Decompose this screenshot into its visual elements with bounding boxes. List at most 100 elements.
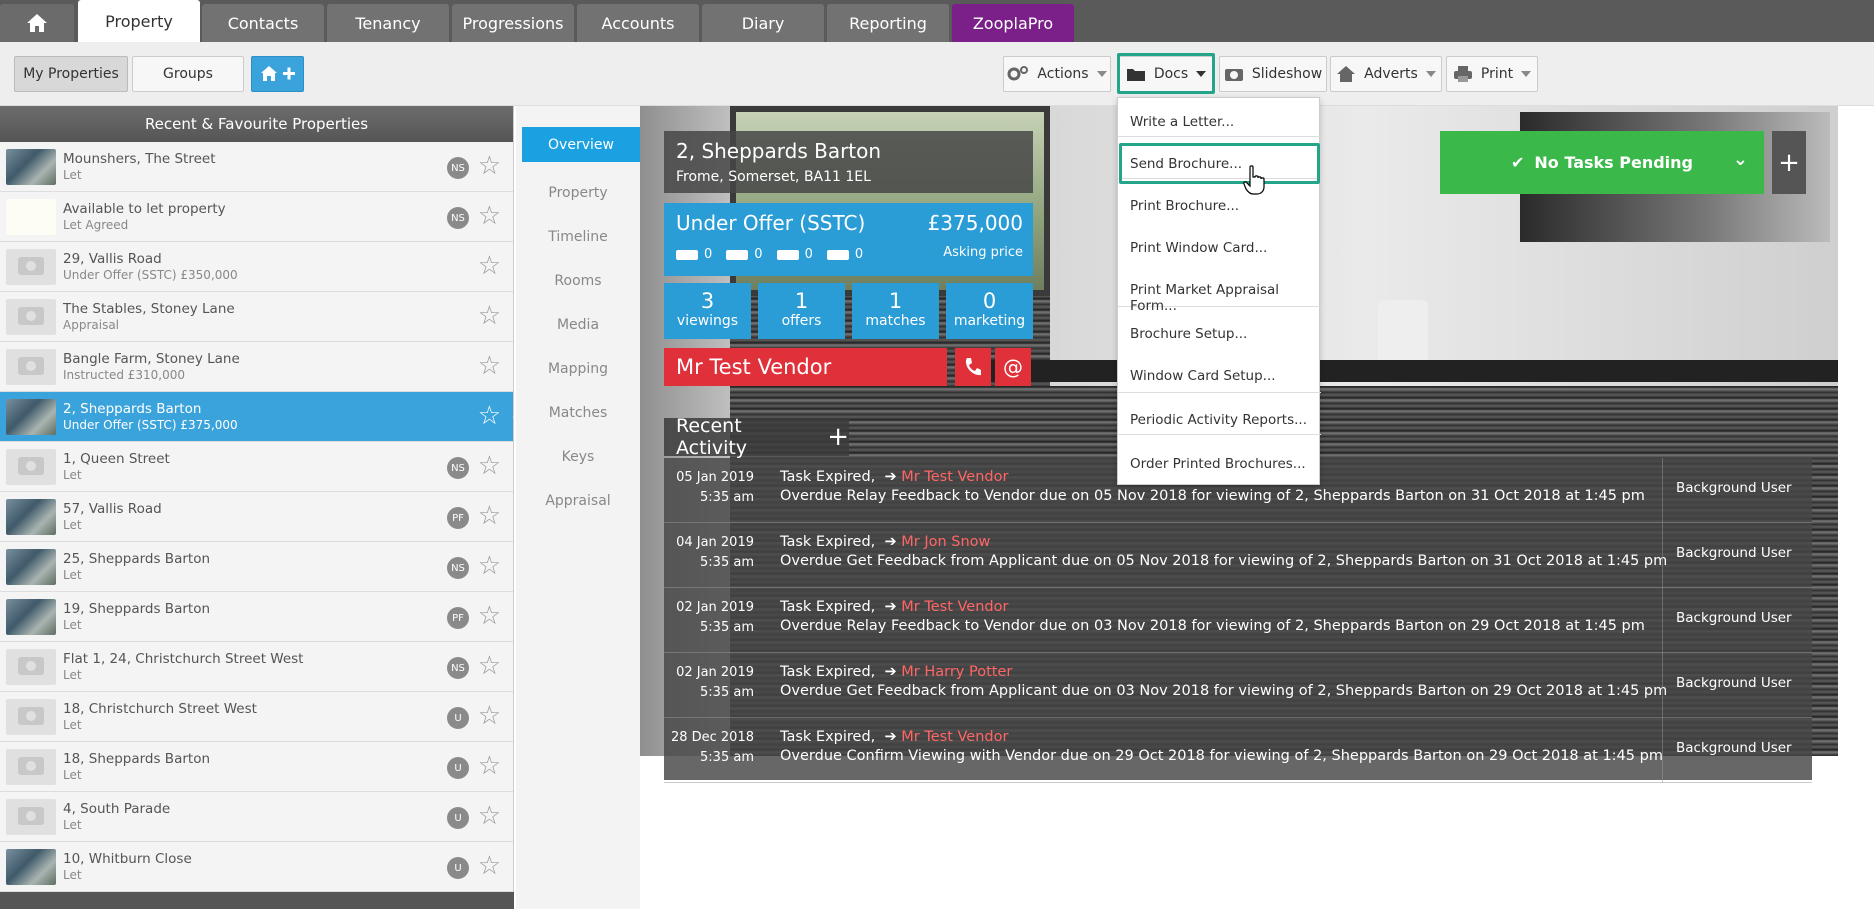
nav-mapping[interactable]: Mapping xyxy=(516,347,640,391)
tasks-button[interactable]: ✔ No Tasks Pending ⌄ xyxy=(1440,131,1764,194)
favourite-star-icon[interactable]: ☆ xyxy=(478,702,501,730)
nav-matches[interactable]: Matches xyxy=(516,391,640,435)
docs-label: Docs xyxy=(1153,66,1189,82)
vendor-name[interactable]: Mr Test Vendor xyxy=(664,348,947,386)
negotiator-badge: NS xyxy=(447,557,469,579)
nav-property[interactable]: Property xyxy=(516,171,640,215)
favourite-star-icon[interactable]: ☆ xyxy=(478,352,501,380)
property-list-item[interactable]: Available to let property Let Agreed NS ☆ xyxy=(0,192,513,242)
tab-accounts[interactable]: Accounts xyxy=(577,4,699,42)
nav-overview[interactable]: Overview xyxy=(522,127,650,162)
adverts-label: Adverts xyxy=(1364,66,1418,82)
property-list-item[interactable]: 4, South Parade Let U ☆ xyxy=(0,792,513,842)
docs-menu-item[interactable]: Window Card Setup... xyxy=(1130,368,1276,384)
favourite-star-icon[interactable]: ☆ xyxy=(478,152,501,180)
tab-progressions[interactable]: Progressions xyxy=(452,4,574,42)
email-vendor-button[interactable]: @ xyxy=(995,348,1031,386)
tab-diary[interactable]: Diary xyxy=(702,4,824,42)
at-icon: @ xyxy=(1003,355,1023,379)
tab-property[interactable]: Property xyxy=(78,0,200,42)
camera-placeholder-icon xyxy=(6,249,56,285)
tab-reporting[interactable]: Reporting xyxy=(827,4,949,42)
activity-row[interactable]: 28 Dec 2018 5:35 am Task Expired, ➔ Mr Tes… xyxy=(664,718,1812,783)
activity-contact-link[interactable]: Mr Jon Snow xyxy=(901,534,990,550)
property-list-item[interactable]: 18, Christchurch Street West Let U ☆ xyxy=(0,692,513,742)
favourite-star-icon[interactable]: ☆ xyxy=(478,202,501,230)
property-list-item[interactable]: Mounshers, The Street Let NS ☆ xyxy=(0,142,513,192)
favourite-star-icon[interactable]: ☆ xyxy=(478,852,501,880)
tab-contacts[interactable]: Contacts xyxy=(202,4,324,42)
stat-viewings[interactable]: 3 viewings xyxy=(664,283,751,339)
favourite-star-icon[interactable]: ☆ xyxy=(478,552,501,580)
call-vendor-button[interactable] xyxy=(955,348,991,386)
favourite-star-icon[interactable]: ☆ xyxy=(478,402,501,430)
add-task-button[interactable]: + xyxy=(1772,131,1806,194)
favourite-star-icon[interactable]: ☆ xyxy=(478,652,501,680)
activity-contact-link[interactable]: Mr Harry Potter xyxy=(901,664,1012,680)
property-list-item[interactable]: 1, Queen Street Let NS ☆ xyxy=(0,442,513,492)
property-price: £375,000 xyxy=(927,211,1023,235)
activity-kind: Task Expired, xyxy=(780,534,876,550)
property-list-item[interactable]: Flat 1, 24, Christchurch Street West Let N… xyxy=(0,642,513,692)
activity-row[interactable]: 04 Jan 2019 5:35 am Task Expired, ➔ Mr Jon… xyxy=(664,523,1812,588)
property-thumbnail xyxy=(6,149,56,185)
negotiator-badge: NS xyxy=(447,657,469,679)
nav-appraisal[interactable]: Appraisal xyxy=(516,479,640,523)
my-properties-button[interactable]: My Properties xyxy=(14,56,128,92)
groups-button[interactable]: Groups xyxy=(132,56,244,92)
stat-marketing[interactable]: 0 marketing xyxy=(946,283,1033,339)
camera-placeholder-icon xyxy=(6,699,56,735)
add-property-button[interactable] xyxy=(251,56,304,92)
docs-menu-item[interactable]: Brochure Setup... xyxy=(1130,326,1247,342)
docs-menu-item[interactable]: Periodic Activity Reports... xyxy=(1130,412,1307,428)
activity-contact-link[interactable]: Mr Test Vendor xyxy=(901,469,1008,485)
docs-menu-item[interactable]: Order Printed Brochures... xyxy=(1130,456,1306,472)
slideshow-label: Slideshow xyxy=(1251,66,1323,82)
print-button[interactable]: Print xyxy=(1446,56,1538,92)
property-list-item[interactable]: 57, Vallis Road Let PF ☆ xyxy=(0,492,513,542)
activity-contact-link[interactable]: Mr Test Vendor xyxy=(901,729,1008,745)
favourite-star-icon[interactable]: ☆ xyxy=(478,252,501,280)
property-list-item[interactable]: The Stables, Stoney Lane Appraisal ☆ xyxy=(0,292,513,342)
activity-row[interactable]: 02 Jan 2019 5:35 am Task Expired, ➔ Mr Tes… xyxy=(664,588,1812,653)
property-list-item[interactable]: 18, Sheppards Barton Let U ☆ xyxy=(0,742,513,792)
add-activity-icon[interactable]: + xyxy=(827,424,849,450)
favourite-star-icon[interactable]: ☆ xyxy=(478,752,501,780)
docs-menu-item[interactable]: Write a Letter... xyxy=(1130,114,1234,130)
tab-tenancy[interactable]: Tenancy xyxy=(327,4,449,42)
docs-menu-item[interactable]: Send Brochure... xyxy=(1130,156,1242,172)
chevron-down-icon: ⌄ xyxy=(1732,149,1748,170)
adverts-button[interactable]: Adverts xyxy=(1330,56,1442,92)
docs-menu-item[interactable]: Print Brochure... xyxy=(1130,198,1239,214)
nav-timeline[interactable]: Timeline xyxy=(516,215,640,259)
docs-menu-item[interactable]: Print Market Appraisal Form... xyxy=(1130,282,1319,314)
activity-description: Overdue Relay Feedback to Vendor due on … xyxy=(780,488,1645,504)
favourite-star-icon[interactable]: ☆ xyxy=(478,302,501,330)
favourite-star-icon[interactable]: ☆ xyxy=(478,452,501,480)
activity-contact-link[interactable]: Mr Test Vendor xyxy=(901,599,1008,615)
favourite-star-icon[interactable]: ☆ xyxy=(478,602,501,630)
activity-kind-line: Task Expired, ➔ Mr Jon Snow xyxy=(780,534,990,550)
stat-offers[interactable]: 1 offers xyxy=(758,283,845,339)
property-list-item[interactable]: Bangle Farm, Stoney Lane Instructed £310,… xyxy=(0,342,513,392)
actions-button[interactable]: Actions xyxy=(1003,56,1111,92)
docs-button[interactable]: Docs xyxy=(1119,56,1213,92)
docs-menu-item[interactable]: Print Window Card... xyxy=(1130,240,1267,256)
favourite-star-icon[interactable]: ☆ xyxy=(478,802,501,830)
tab-zooplapro[interactable]: ZooplaPro xyxy=(952,4,1074,42)
activity-row[interactable]: 02 Jan 2019 5:35 am Task Expired, ➔ Mr Har… xyxy=(664,653,1812,718)
activity-kind: Task Expired, xyxy=(780,469,876,485)
stat-matches[interactable]: 1 matches xyxy=(852,283,939,339)
slideshow-button[interactable]: Slideshow xyxy=(1219,56,1327,92)
property-list-item[interactable]: 19, Sheppards Barton Let PF ☆ xyxy=(0,592,513,642)
nav-media[interactable]: Media xyxy=(516,303,640,347)
property-list-item[interactable]: 10, Whitburn Close Let U ☆ xyxy=(0,842,513,892)
activity-user: Background User xyxy=(1676,740,1792,756)
tab-home[interactable] xyxy=(0,4,74,42)
nav-rooms[interactable]: Rooms xyxy=(516,259,640,303)
nav-keys[interactable]: Keys xyxy=(516,435,640,479)
property-list-item[interactable]: 29, Vallis Road Under Offer (SSTC) £350,0… xyxy=(0,242,513,292)
property-list-item[interactable]: 2, Sheppards Barton Under Offer (SSTC) £3… xyxy=(0,392,525,442)
favourite-star-icon[interactable]: ☆ xyxy=(478,502,501,530)
property-list-item[interactable]: 25, Sheppards Barton Let NS ☆ xyxy=(0,542,513,592)
